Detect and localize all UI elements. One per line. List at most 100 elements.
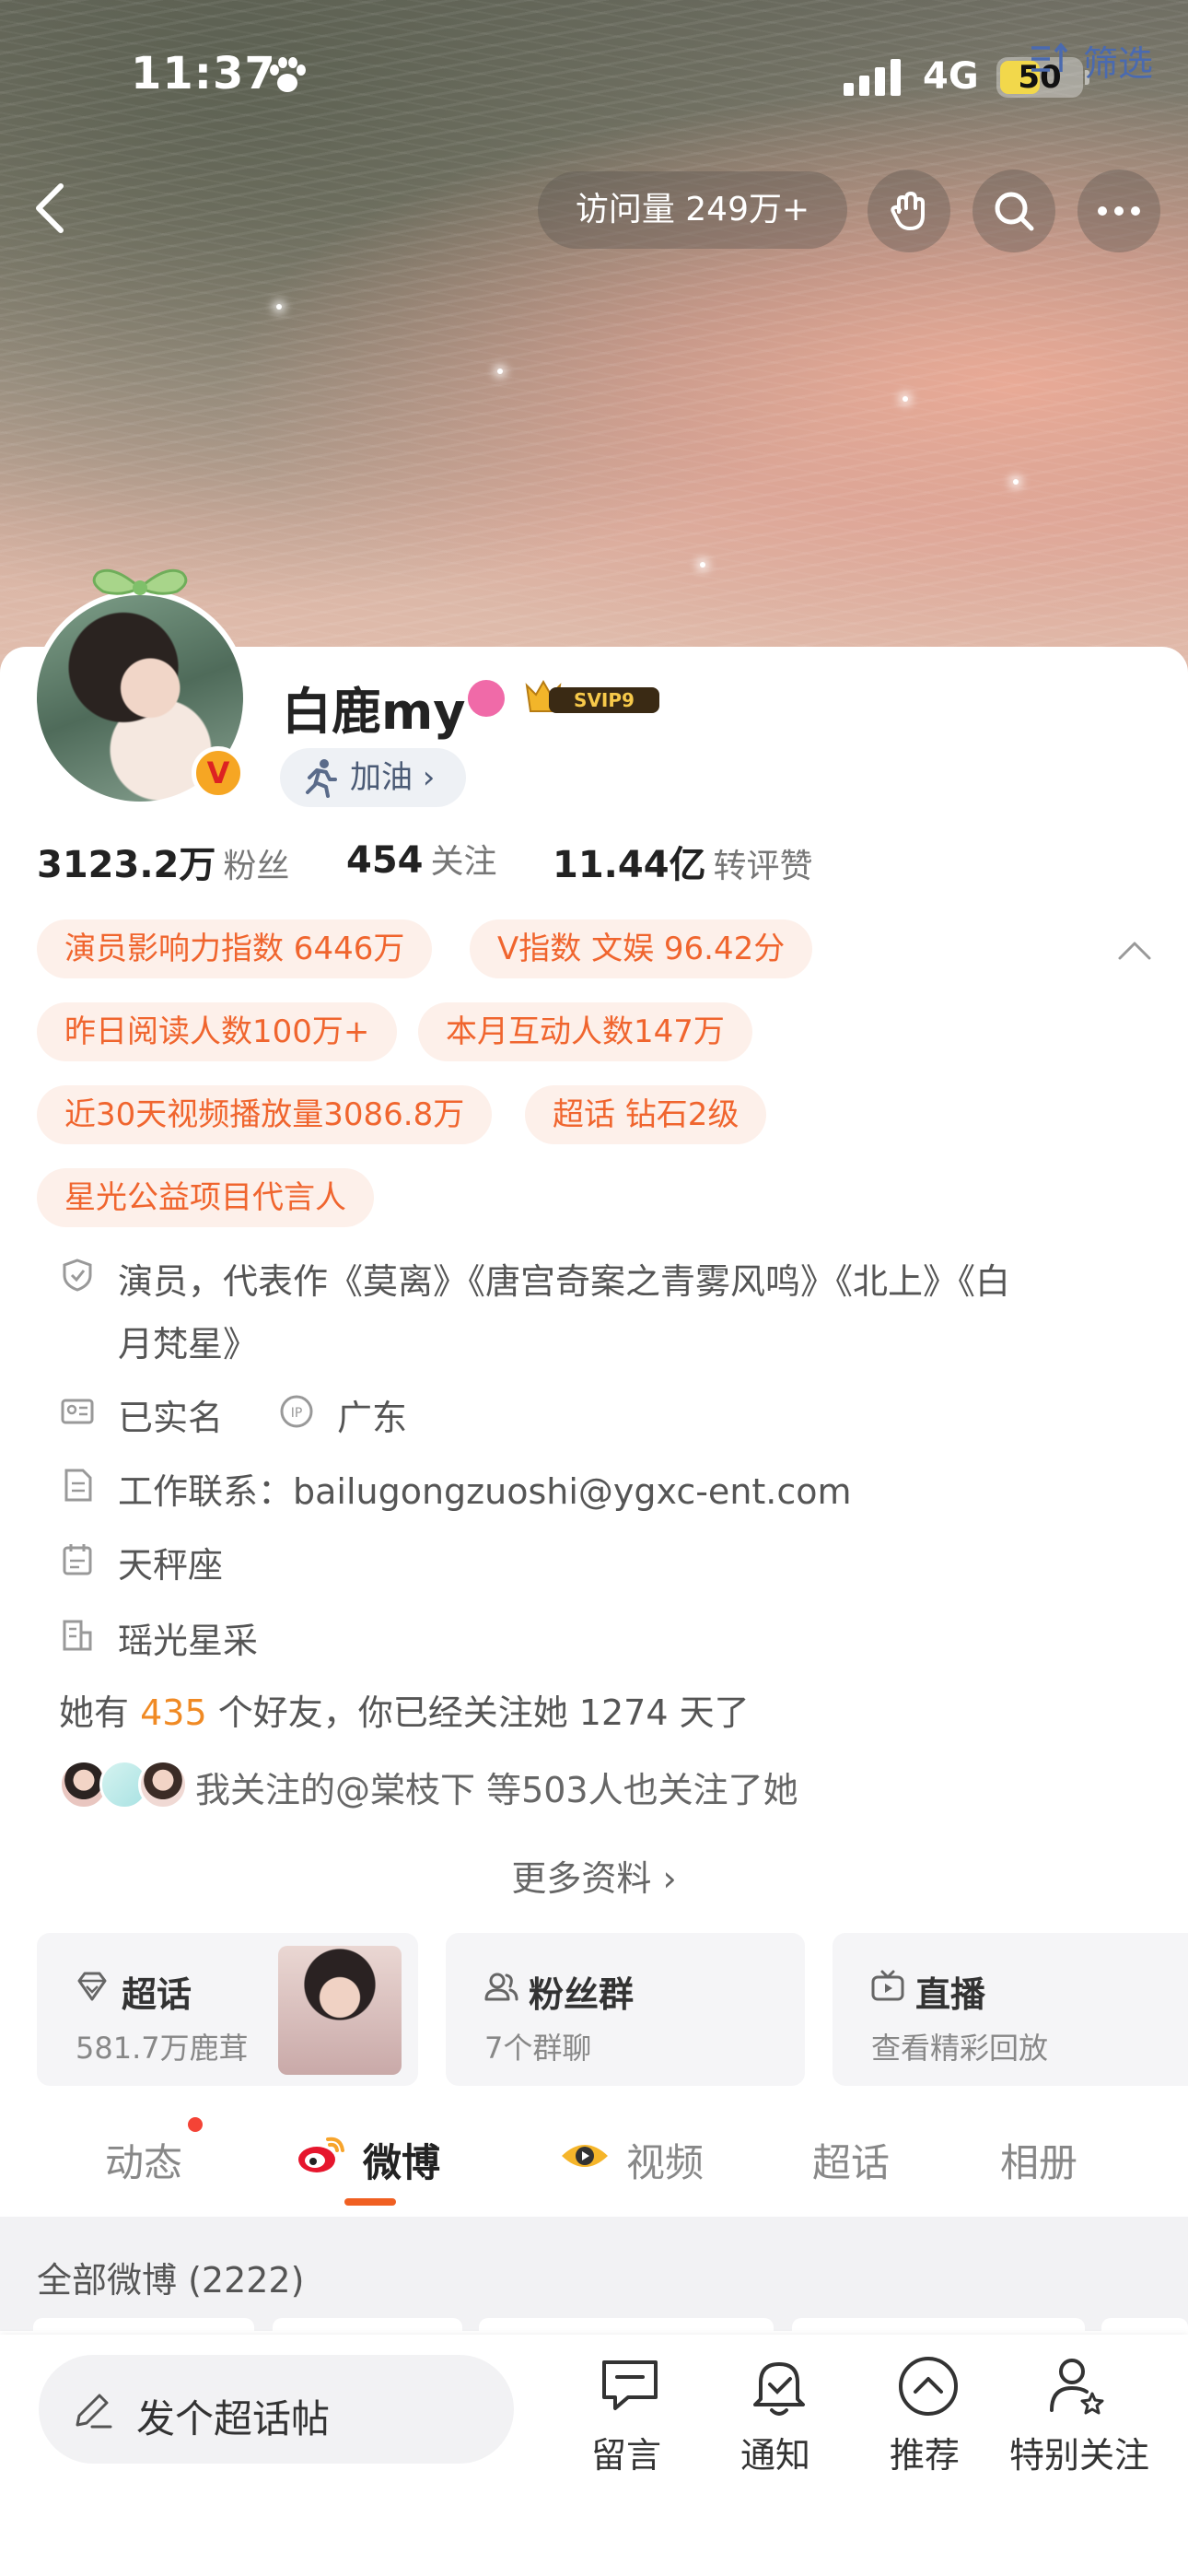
- building-icon: [63, 1620, 92, 1651]
- comment-icon: [602, 2360, 658, 2410]
- cover-sparkle: [276, 304, 282, 310]
- stat-label: 关注: [430, 843, 497, 881]
- svg-text:IP: IP: [291, 1406, 303, 1421]
- live-card[interactable]: 直播 查看精彩回放: [833, 1933, 1188, 2086]
- svip-label: SVIP9: [574, 689, 635, 711]
- feature-title: 超话: [122, 1974, 192, 2015]
- bell-icon: [753, 2362, 805, 2416]
- notify-button[interactable]: 通知: [711, 2348, 840, 2476]
- search-button[interactable]: [973, 170, 1055, 252]
- more-button[interactable]: [1077, 170, 1160, 252]
- shield-icon: [63, 1259, 92, 1292]
- feature-subtitle: 查看精彩回放: [871, 2031, 1049, 2066]
- hand-wave-icon: [891, 192, 925, 230]
- supertopic-thumbnail: [278, 1946, 402, 2075]
- bio-text: 演员，代表作《莫离》《唐宫奇案之青雾风鸣》《北上》《白: [118, 1261, 1011, 1302]
- fan-group-card[interactable]: 粉丝群 7个群聊: [446, 1933, 805, 2086]
- avatar-frame-bow-icon: [92, 568, 188, 595]
- gesture-button[interactable]: [868, 170, 950, 252]
- filter-button[interactable]: 筛选: [1083, 35, 1153, 86]
- tab-supertopic[interactable]: 超话: [812, 2132, 890, 2188]
- video-eye-icon: [562, 2145, 608, 2167]
- tab-album[interactable]: 相册: [1000, 2132, 1077, 2188]
- filter-bar: 全部微博 (2222): [0, 2217, 1188, 2331]
- svip-badge-icon[interactable]: SVIP9: [521, 676, 665, 720]
- tag-reads[interactable]: 昨日阅读人数100万+: [37, 1002, 398, 1061]
- verified-v-badge: V: [192, 746, 245, 800]
- bottom-label: 留言: [590, 2435, 661, 2476]
- running-icon: [306, 759, 337, 798]
- stat-value: 454: [346, 839, 424, 882]
- cheer-label: 加油: [350, 759, 413, 796]
- all-weibo-count: 全部微博 (2222): [37, 2260, 305, 2301]
- mutual-followers[interactable]: 我关注的@棠枝下 等503人也关注了她: [195, 1762, 798, 1812]
- pencil-icon: [76, 2394, 112, 2429]
- document-icon: [64, 1469, 92, 1502]
- contact-email[interactable]: 工作联系：bailugongzuoshi@ygxc-ent.com: [118, 1463, 852, 1514]
- chevron-up-circle-icon: [899, 2357, 958, 2416]
- bottom-label: 特别关注: [1009, 2435, 1150, 2476]
- friends-suffix: 个好友，你已经关注她 1274 天了: [206, 1692, 750, 1733]
- bottom-label: 推荐: [889, 2435, 960, 2476]
- id-card-icon: [61, 1399, 94, 1424]
- tab-weibo[interactable]: 微博: [363, 2132, 440, 2188]
- stat-fans[interactable]: 3123.2万 粉丝: [37, 835, 289, 888]
- bottom-label: 通知: [740, 2435, 810, 2476]
- stat-label: 转评赞: [713, 848, 813, 885]
- search-icon: [995, 192, 1034, 231]
- more-info-link[interactable]: 更多资料 ›: [0, 1850, 1188, 1901]
- network-type: 4G: [923, 55, 979, 98]
- visits-count-button[interactable]: 访问量 249万+: [538, 171, 847, 249]
- filter-icon[interactable]: [1028, 41, 1070, 77]
- fan-badge-icon[interactable]: [468, 680, 505, 717]
- back-icon[interactable]: [26, 181, 81, 236]
- feature-title: 直播: [915, 1974, 986, 2015]
- stat-following[interactable]: 454 关注: [346, 835, 497, 883]
- username: 白鹿my: [282, 683, 466, 741]
- notification-dot: [188, 2117, 203, 2132]
- stat-label: 粉丝: [223, 848, 290, 885]
- bio-text-cont: 月梵星》: [118, 1324, 259, 1364]
- tv-icon: [871, 1970, 904, 2001]
- stat-value: 3123.2万: [37, 844, 216, 886]
- calendar-icon: [63, 1544, 92, 1575]
- group-icon: [484, 1973, 518, 2001]
- friends-prefix: 她有: [59, 1692, 141, 1733]
- special-follow-button[interactable]: 特别关注: [1009, 2348, 1150, 2476]
- cover-sparkle: [497, 369, 503, 374]
- feature-subtitle: 7个群聊: [484, 2031, 592, 2066]
- cover-sparkle: [1013, 479, 1019, 485]
- paw-icon: [270, 57, 306, 92]
- friends-count: 435: [140, 1692, 207, 1733]
- supertopic-card[interactable]: 超话 581.7万鹿茸: [37, 1933, 418, 2086]
- tag-video-plays[interactable]: 近30天视频播放量3086.8万: [37, 1085, 493, 1144]
- more-dots-icon: [1098, 206, 1140, 216]
- ip-location: 广东: [337, 1398, 408, 1438]
- compose-label: 发个超话帖: [136, 2396, 331, 2441]
- tab-activity[interactable]: 动态: [105, 2132, 182, 2188]
- tag-v-index[interactable]: V指数 文娱 96.42分: [470, 919, 813, 978]
- tag-charity[interactable]: 星光公益项目代言人: [37, 1168, 374, 1227]
- chevron-up-icon[interactable]: [1116, 936, 1153, 962]
- recommend-button[interactable]: 推荐: [860, 2348, 989, 2476]
- tag-interactions[interactable]: 本月互动人数147万: [418, 1002, 752, 1061]
- stat-interactions[interactable]: 11.44亿 转评赞: [553, 835, 813, 888]
- feature-subtitle: 581.7万鹿茸: [76, 2031, 249, 2066]
- zodiac-text: 天秤座: [118, 1545, 224, 1586]
- status-time: 11:37: [131, 48, 276, 100]
- message-board-button[interactable]: 留言: [562, 2348, 691, 2476]
- tag-supertopic-level[interactable]: 超话 钻石2级: [525, 1085, 767, 1144]
- ip-icon: IP: [280, 1395, 313, 1428]
- cover-sparkle: [700, 562, 705, 568]
- signal-icon: [844, 59, 901, 96]
- mutual-avatar: [138, 1760, 188, 1809]
- friends-summary[interactable]: 她有 435 个好友，你已经关注她 1274 天了: [59, 1684, 750, 1735]
- verified-text: 已实名: [118, 1398, 224, 1438]
- company-text[interactable]: 瑶光星采: [118, 1612, 258, 1663]
- tab-video[interactable]: 视频: [626, 2132, 704, 2188]
- user-star-icon: [1050, 2359, 1104, 2415]
- active-tab-indicator: [344, 2198, 396, 2206]
- tag-actor-influence[interactable]: 演员影响力指数 6446万: [37, 919, 433, 978]
- stat-value: 11.44亿: [553, 844, 706, 886]
- feature-title: 粉丝群: [529, 1974, 635, 2015]
